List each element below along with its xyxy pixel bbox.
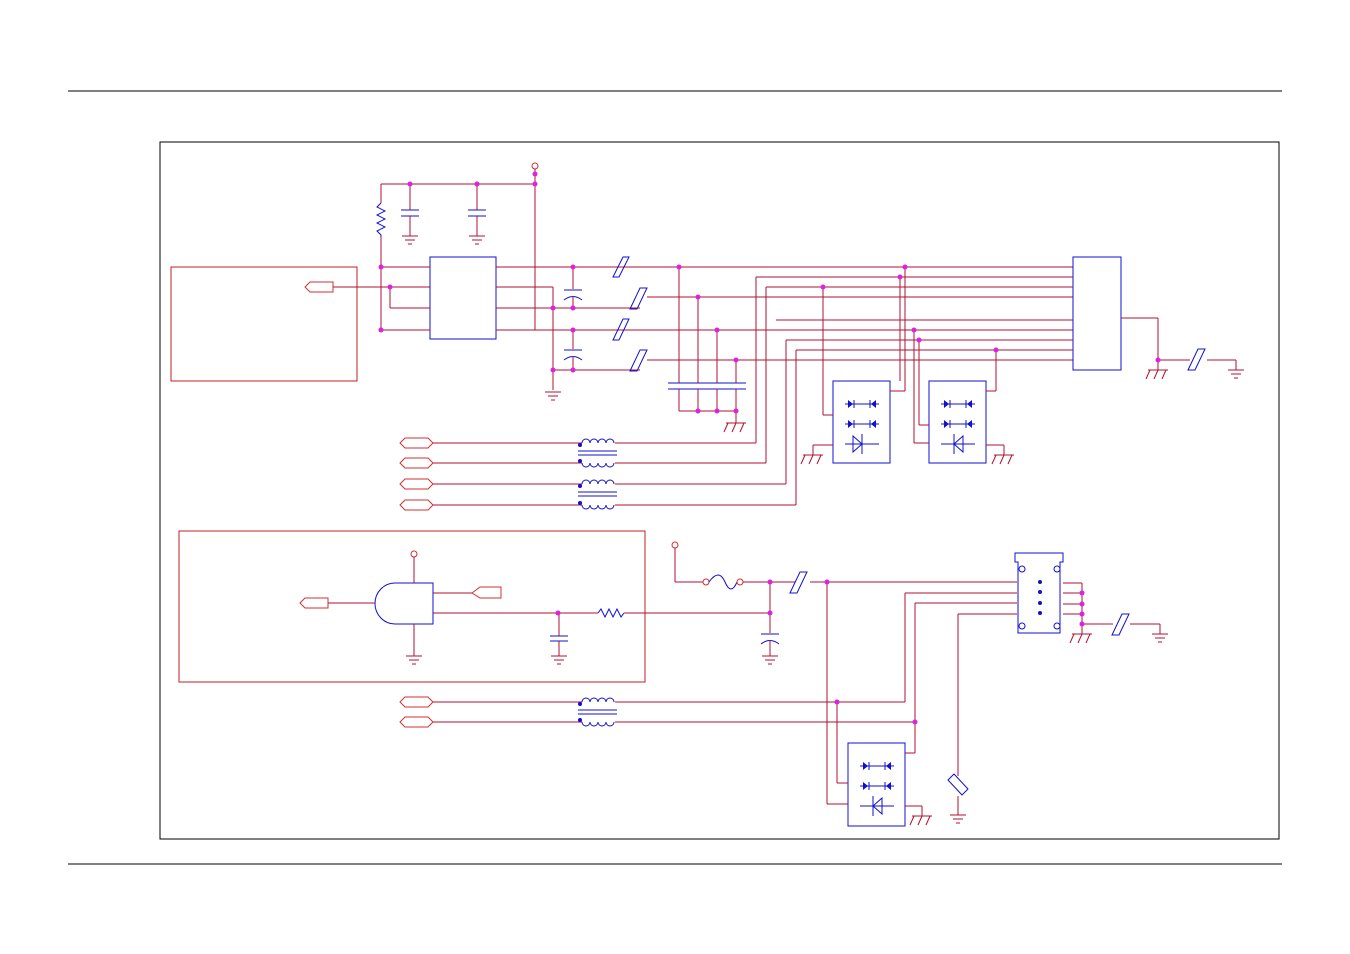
- ground-symbol: [469, 235, 485, 245]
- capacitor-array: [668, 267, 746, 423]
- resistor-pullup: [375, 202, 387, 237]
- ferrite-bead-5: [1187, 348, 1206, 371]
- chassis-ground-symbol: [723, 422, 746, 433]
- ferrite-bead-4: [629, 349, 648, 372]
- port-line-6: [399, 716, 915, 728]
- page-rules: [68, 90, 1282, 865]
- common-mode-choke-2: [578, 479, 617, 510]
- port-input-upper: [304, 281, 334, 293]
- resistor-series: [597, 607, 625, 619]
- port-line-5: [399, 696, 905, 708]
- common-mode-choke-1: [578, 438, 617, 468]
- ferrite-bead-7: [1111, 613, 1130, 636]
- schematic-diagram: [68, 90, 1282, 865]
- capacitor-c2: [468, 184, 486, 236]
- and-gate: [374, 550, 434, 665]
- ferrite-bead-2: [629, 287, 648, 310]
- port-line-4: [399, 350, 797, 511]
- port-line-1: [399, 277, 757, 449]
- ic-u1-connections: [381, 266, 1073, 390]
- subcircuit-box-lower: [178, 530, 646, 683]
- port-gate-in: [471, 586, 502, 599]
- schematic-frame: [159, 141, 1280, 840]
- ferrite-bead-8: [947, 773, 969, 796]
- fuse-branch: [671, 541, 1017, 590]
- rj-jack: [1014, 552, 1168, 644]
- ground-symbol: [545, 391, 561, 401]
- capacitor-c1: [401, 184, 419, 236]
- connector-block: [1072, 256, 1122, 371]
- ground-symbol: [402, 235, 418, 245]
- capacitor-c4: [563, 330, 583, 370]
- common-mode-choke-3: [578, 697, 617, 727]
- subcircuit-box-upper: [170, 266, 358, 382]
- port-gate-out: [299, 597, 329, 609]
- vcc-supply-top: [380, 162, 539, 330]
- capacitor-c6: [760, 582, 780, 665]
- ic-u1: [429, 256, 497, 340]
- jack-connections: [904, 592, 1017, 824]
- diode-bridge-3: [826, 582, 932, 827]
- connector-shield: [1121, 317, 1244, 380]
- capacitor-c5: [550, 613, 568, 665]
- capacitor-c3: [563, 267, 583, 308]
